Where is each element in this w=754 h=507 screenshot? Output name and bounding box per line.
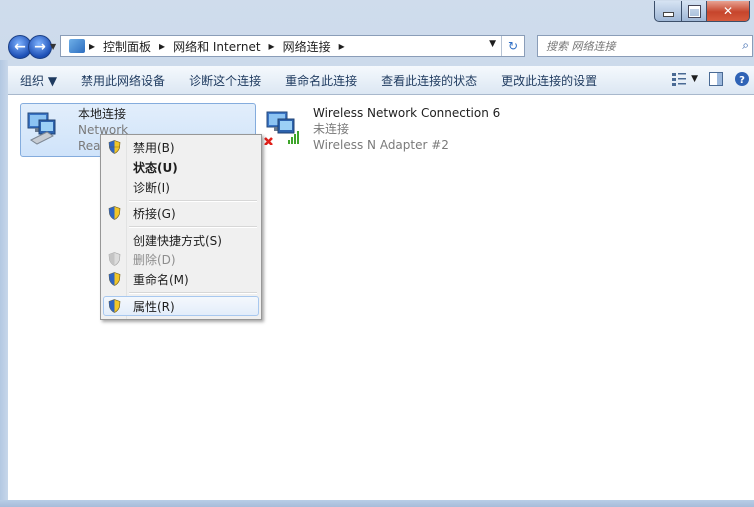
uac-shield-icon xyxy=(108,252,121,266)
search-box[interactable]: ⌕ xyxy=(537,35,753,57)
forward-button[interactable]: → xyxy=(28,35,52,59)
diagnose-connection-button[interactable]: 诊断这个连接 xyxy=(177,72,273,89)
menu-item-label: 创建快捷方式(S) xyxy=(133,233,222,248)
view-options-icon[interactable] xyxy=(671,71,687,87)
menu-item-label: 禁用(B) xyxy=(133,140,175,155)
history-dropdown-icon[interactable]: ▼ xyxy=(50,42,56,51)
menu-item-label: 重命名(M) xyxy=(133,272,189,287)
refresh-icon: ↻ xyxy=(507,39,519,53)
connection-status: 未连接 xyxy=(313,122,350,136)
menu-separator xyxy=(129,200,257,202)
network-adapter-icon xyxy=(27,112,56,145)
connection-name: Wireless Network Connection 6 xyxy=(313,106,501,120)
search-icon[interactable]: ⌕ xyxy=(742,38,749,53)
view-controls: ▼ ? xyxy=(661,71,750,87)
view-status-button[interactable]: 查看此连接的状态 xyxy=(369,72,489,89)
menu-item-rename[interactable]: 重命名(M) xyxy=(103,269,259,289)
maximize-button[interactable] xyxy=(682,1,707,22)
uac-shield-icon xyxy=(108,272,121,286)
menu-item-label: 属性(R) xyxy=(133,299,175,314)
uac-shield-icon xyxy=(108,299,121,313)
explorer-window: ✕ ← → ▼ ▸ 控制面板 ▸ 网络和 Internet ▸ 网络连接 ▸ ▼… xyxy=(0,0,754,507)
connection-text: Wireless Network Connection 6 未连接 Wirele… xyxy=(313,105,500,153)
menu-item-diagnose[interactable]: 诊断(I) xyxy=(103,177,259,197)
connection-adapter: Wireless N Adapter #2 xyxy=(313,138,449,152)
menu-item-label: 诊断(I) xyxy=(133,180,170,195)
close-icon: ✕ xyxy=(722,4,734,18)
breadcrumb: ▸ 控制面板 ▸ 网络和 Internet ▸ 网络连接 ▸ xyxy=(85,38,349,55)
forward-arrow-icon: → xyxy=(34,39,46,55)
menu-separator xyxy=(129,292,257,294)
connection-name: 本地连接 xyxy=(78,107,127,121)
breadcrumb-network-connections[interactable]: 网络连接 xyxy=(283,38,331,55)
breadcrumb-separator-icon[interactable]: ▸ xyxy=(159,39,165,53)
svg-text:?: ? xyxy=(739,75,745,86)
menu-item-status[interactable]: 状态(U) xyxy=(103,157,259,177)
command-bar: 组织 ▼ 禁用此网络设备 诊断这个连接 重命名此连接 查看此连接的状态 更改此连… xyxy=(8,66,754,95)
menu-separator xyxy=(129,226,257,228)
menu-item-bridge[interactable]: 桥接(G) xyxy=(103,203,259,223)
address-row: ← → ▼ ▸ 控制面板 ▸ 网络和 Internet ▸ 网络连接 ▸ ▼ ↻… xyxy=(0,32,754,60)
back-arrow-icon: ← xyxy=(14,39,26,55)
organize-menu-button[interactable]: 组织 ▼ xyxy=(8,72,69,89)
preview-pane-icon[interactable] xyxy=(708,71,724,87)
minimize-icon xyxy=(662,11,674,17)
menu-item-disable[interactable]: 禁用(B) xyxy=(103,137,259,157)
menu-item-label: 删除(D) xyxy=(133,252,176,267)
title-bar: ✕ xyxy=(0,0,754,30)
breadcrumb-network-internet[interactable]: 网络和 Internet xyxy=(173,38,260,55)
rename-connection-button[interactable]: 重命名此连接 xyxy=(273,72,369,89)
help-icon[interactable]: ? xyxy=(734,71,750,87)
menu-item-label: 状态(U) xyxy=(133,160,178,175)
context-menu: 禁用(B) 状态(U) 诊断(I) 桥接(G) 创建快捷方式(S) 删除(D) … xyxy=(100,134,262,320)
address-bar[interactable]: ▸ 控制面板 ▸ 网络和 Internet ▸ 网络连接 ▸ ▼ ↻ xyxy=(60,35,525,57)
uac-shield-icon xyxy=(108,206,121,220)
connection-item-wireless[interactable]: Wireless Network Connection 6 未连接 Wirele… xyxy=(264,103,524,153)
breadcrumb-separator-icon[interactable]: ▸ xyxy=(89,39,95,53)
maximize-icon xyxy=(687,4,701,18)
wireless-adapter-icon xyxy=(264,111,299,145)
view-dropdown-icon[interactable]: ▼ xyxy=(691,74,698,84)
menu-item-create-shortcut[interactable]: 创建快捷方式(S) xyxy=(103,230,259,250)
window-controls: ✕ xyxy=(654,1,750,22)
breadcrumb-separator-icon[interactable]: ▸ xyxy=(269,39,275,53)
menu-item-label: 桥接(G) xyxy=(133,206,176,221)
uac-shield-icon xyxy=(108,140,121,154)
window-frame-bottom xyxy=(0,500,754,507)
menu-item-properties[interactable]: 属性(R) xyxy=(103,296,259,316)
refresh-button[interactable]: ↻ xyxy=(501,36,524,56)
breadcrumb-control-panel[interactable]: 控制面板 xyxy=(103,38,151,55)
minimize-button[interactable] xyxy=(654,1,682,22)
window-frame-left xyxy=(0,60,8,500)
control-panel-icon xyxy=(69,39,85,53)
breadcrumb-separator-icon[interactable]: ▸ xyxy=(339,39,345,53)
search-input[interactable] xyxy=(544,36,728,56)
disable-device-button[interactable]: 禁用此网络设备 xyxy=(69,72,177,89)
address-dropdown-icon[interactable]: ▼ xyxy=(489,39,496,49)
menu-item-delete[interactable]: 删除(D) xyxy=(103,249,259,269)
change-settings-button[interactable]: 更改此连接的设置 xyxy=(489,72,609,89)
close-button[interactable]: ✕ xyxy=(707,1,750,22)
